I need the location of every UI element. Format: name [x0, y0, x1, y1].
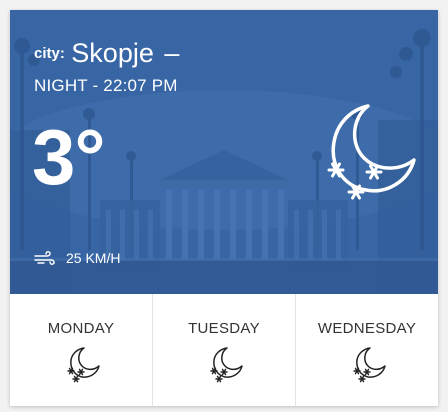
- forecast-day-wednesday: WEDNESDAY: [296, 294, 438, 406]
- weather-card: city: Skopje – NIGHT - 22:07 PM 3° 25 KM…: [10, 10, 438, 406]
- wind-icon: [34, 251, 55, 265]
- city-label: city:: [34, 45, 65, 62]
- wind-speed: 25 KM/H: [66, 250, 121, 266]
- wind-info: 25 KM/H: [34, 248, 120, 268]
- forecast-day-name: WEDNESDAY: [317, 320, 417, 337]
- time-of-day: NIGHT - 22:07 PM: [34, 76, 178, 95]
- moon-snow-icon: [353, 347, 386, 383]
- forecast-day-tuesday: TUESDAY: [153, 294, 296, 406]
- city-heading: city: Skopje –: [34, 38, 179, 69]
- moon-snow-icon: [67, 347, 100, 383]
- moon-snow-icon: [327, 104, 416, 200]
- moon-snow-icon: [210, 347, 243, 383]
- forecast-day-monday: MONDAY: [10, 294, 153, 406]
- current-weather-panel: city: Skopje – NIGHT - 22:07 PM 3° 25 KM…: [10, 10, 438, 294]
- city-name: Skopje: [71, 38, 154, 68]
- forecast-day-name: TUESDAY: [188, 320, 260, 337]
- city-dash: –: [164, 38, 180, 68]
- forecast-row: MONDAY TUESDAY WEDNESDAY: [10, 294, 438, 406]
- forecast-day-name: MONDAY: [47, 320, 115, 337]
- current-temperature: 3°: [32, 113, 106, 201]
